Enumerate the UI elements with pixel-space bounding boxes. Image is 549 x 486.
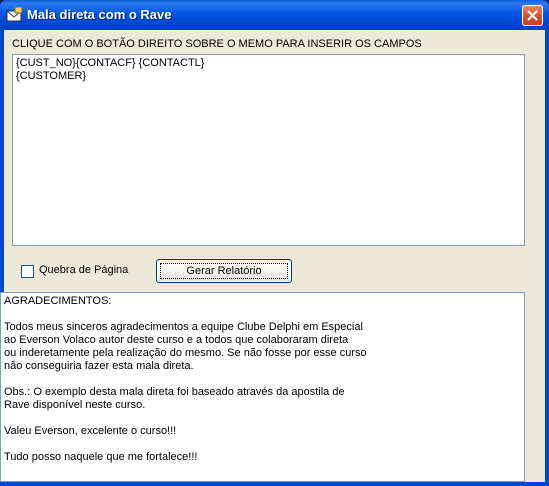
close-button[interactable] [522, 5, 543, 26]
page-break-label[interactable]: Quebra de Página [39, 264, 128, 276]
main-window: Mala direta com o Rave CLIQUE COM O BOTÃ… [0, 0, 549, 486]
template-memo[interactable]: {CUST_NO}{CONTACF} {CONTACTL} {CUSTOMER} [12, 54, 525, 246]
window-frame-bottom [0, 482, 549, 486]
thanks-memo[interactable]: AGRADECIMENTOS: Todos meus sinceros agra… [0, 292, 525, 482]
window-frame-right [545, 30, 549, 486]
title-bar[interactable]: Mala direta com o Rave [0, 0, 549, 30]
instruction-label: CLIQUE COM O BOTÃO DIREITO SOBRE O MEMO … [12, 38, 422, 50]
generate-report-label: Gerar Relatório [186, 265, 262, 277]
page-break-checkbox[interactable] [21, 265, 34, 278]
window-title: Mala direta com o Rave [27, 7, 172, 22]
generate-report-button[interactable]: Gerar Relatório [156, 259, 292, 283]
close-icon [527, 10, 538, 21]
mail-envelope-icon [6, 7, 23, 22]
